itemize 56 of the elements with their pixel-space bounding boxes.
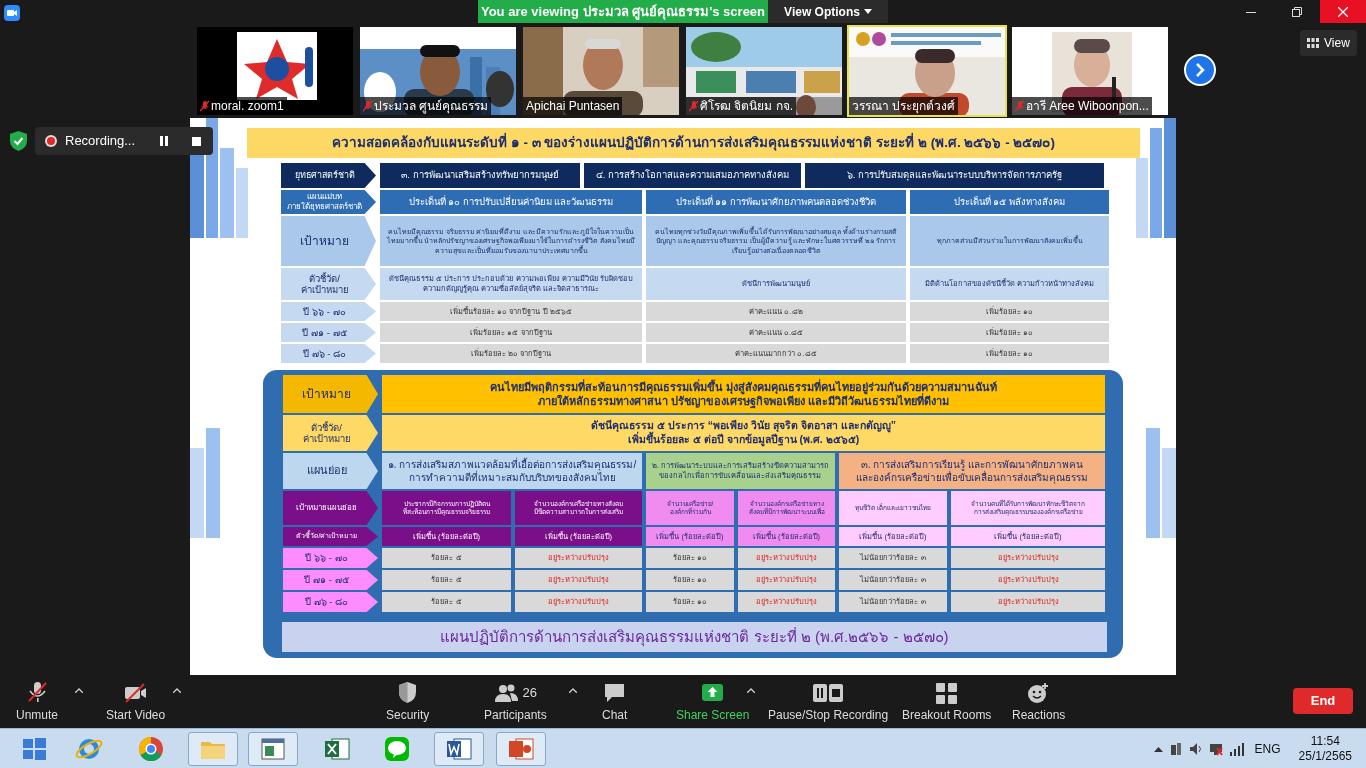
table-cell: ๔. การสร้างโอกาสและความเสมอภาคทางสังคม	[584, 163, 801, 188]
row-label: ปี ๗๖ - ๘๐	[281, 344, 376, 363]
security-button[interactable]: Security	[384, 679, 432, 726]
table-cell: ๓. การส่งเสริมการเรียนรู้ และการพัฒนาศักยภาพคน และองค์กรเครือข่ายเพื่อขับเคลื่อนการส่งเสริมคุณธรรม	[839, 453, 1105, 489]
row-label: แผนแม่บท ภายใต้ยุทธศาสตร์ชาติ	[281, 190, 376, 214]
table-cell: ประเด็นที่ ๑๑ การพัฒนาศักยภาพคนตลอดช่วงชีวิต	[646, 190, 906, 214]
screen-share-banner: You are viewing ประมวล ศูนย์คุณธรรม's screen	[478, 0, 768, 23]
table-cell: ดัชนีคุณธรรม ๕ ประการ “พอเพียง วินัย สุจริต จิตอาสา และกตัญญู” เพิ่มขึ้นร้อยละ ๕ ต่อปี จากข้อมูลปีฐาน (พ.ศ. ๒๕๖๕)	[382, 415, 1105, 451]
row-label: แผนย่อย	[283, 453, 378, 489]
chat-button[interactable]: Chat	[600, 679, 630, 726]
table-cell: คนไทยมีพฤติกรรมที่สะท้อนการมีคุณธรรมเพิ่มขึ้น มุ่งสู่สังคมคุณธรรมที่คนไทยอยู่ร่วมกันด้วยความสมานฉันท์ ภายใต้หลักธรรมทางศาสนา ปรัชญาของเศรษฐกิจพอเพียง และมีวิถีวัฒนธรรมไทยที่ดีงาม	[382, 375, 1105, 413]
row-label: ยุทธศาสตร์ชาติ	[281, 163, 376, 188]
row-label: ปี ๗๖ - ๘๐	[283, 592, 378, 612]
view-button[interactable]: View	[1300, 30, 1357, 56]
participant-tile[interactable]: ประมวล ศูนย์คุณธรรม	[358, 25, 518, 117]
row-label: ปี ๖๖ - ๗๐	[281, 302, 376, 321]
row-label: ปี ๗๑ - ๗๕	[281, 323, 376, 342]
participant-tile[interactable]: Apichai Puntasen	[521, 25, 681, 117]
participants-button[interactable]: 26 Participants	[482, 679, 549, 726]
table-cell: ๑. การส่งเสริมสภาพแวดล้อมที่เอื้อต่อการส่งเสริมคุณธรรม/ การทำความดีที่เหมาะสมกับบริบทของสังคมไทย	[382, 453, 642, 489]
participant-count: 26	[522, 684, 538, 703]
participant-tile[interactable]: ศิโรฒ จิตนิยม กจ.	[684, 25, 844, 117]
participant-name: moral. zoom1	[211, 100, 284, 112]
slide-footer-banner: แผนปฏิบัติการด้านการส่งเสริมคุณธรรมแห่งชาติ ระยะที่ ๒ (พ.ศ.๒๕๖๖ - ๒๕๗๐)	[282, 622, 1107, 652]
table-cell: ประเด็นที่ ๑๐ การปรับเปลี่ยนค่านิยม และวัฒนธรรม	[380, 190, 642, 214]
input-language[interactable]: ENG	[1254, 740, 1281, 758]
share-button[interactable]: Share Screen	[674, 679, 752, 726]
row-label: ตัวชี้วัด/ ค่าเป้าหมาย	[283, 415, 378, 451]
table-cell: ๓. การพัฒนาเสริมสร้างทรัพยากรมนุษย์	[380, 163, 580, 188]
participant-tile[interactable]: อารี Aree Wiboonpon...	[1010, 25, 1170, 117]
participant-tile[interactable]: วรรณา ประยุกต์วงศ์	[847, 25, 1007, 117]
clock-date: 25/1/2565	[1298, 749, 1352, 764]
participant-name: Apichai Puntasen	[526, 100, 620, 112]
participant-tile[interactable]: moral. zoom1	[195, 25, 355, 117]
mic-button[interactable]: Unmute	[14, 679, 61, 726]
recording-label: Recording...	[65, 132, 137, 151]
participant-name: อารี Aree Wiboonpon...	[1026, 100, 1149, 112]
video-button[interactable]: Start Video	[104, 679, 168, 726]
participant-name: ศิโรฒ จิตนิยม กจ.	[700, 100, 793, 112]
row-label: ปี ๖๖ - ๗๐	[283, 548, 378, 568]
table-cell: ๖. การปรับสมดุลและพัฒนาระบบบริหารจัดการภาครัฐ	[805, 163, 1104, 188]
reactions-button[interactable]: Reactions	[1010, 679, 1068, 726]
row-label: ตัวชี้วัด/ ค่าเป้าหมาย	[281, 268, 376, 300]
row-label: ปี ๗๑ - ๗๕	[283, 570, 378, 590]
table-cell: ประเด็นที่ ๑๕ พลังทางสังคม	[910, 190, 1109, 214]
recording-button[interactable]: Pause/Stop Recording	[766, 679, 891, 726]
end-button[interactable]: End	[1293, 688, 1353, 714]
breakout-button[interactable]: Breakout Rooms	[900, 679, 994, 726]
row-label: เป้าหมาย	[283, 375, 378, 413]
participant-name: วรรณา ประยุกต์วงศ์	[852, 100, 956, 112]
clock-time: 11:54	[1310, 734, 1340, 749]
row-label: เป้าหมาย	[281, 216, 376, 266]
slide-title: ความสอดคล้องกับแผนระดับที่ ๑ - ๓ ของร่างแผนปฏิบัติการด้านการส่งเสริมคุณธรรมแห่งชาติ ระยะที่ ๒ (พ.ศ. ๒๕๖๖ - ๒๕๗๐)	[247, 128, 1140, 158]
view-options-button[interactable]: View Options	[768, 0, 888, 23]
row-label: เป้าหมายแผนย่อย	[283, 491, 378, 525]
participant-name: ประมวล ศูนย์คุณธรรม	[374, 100, 489, 112]
